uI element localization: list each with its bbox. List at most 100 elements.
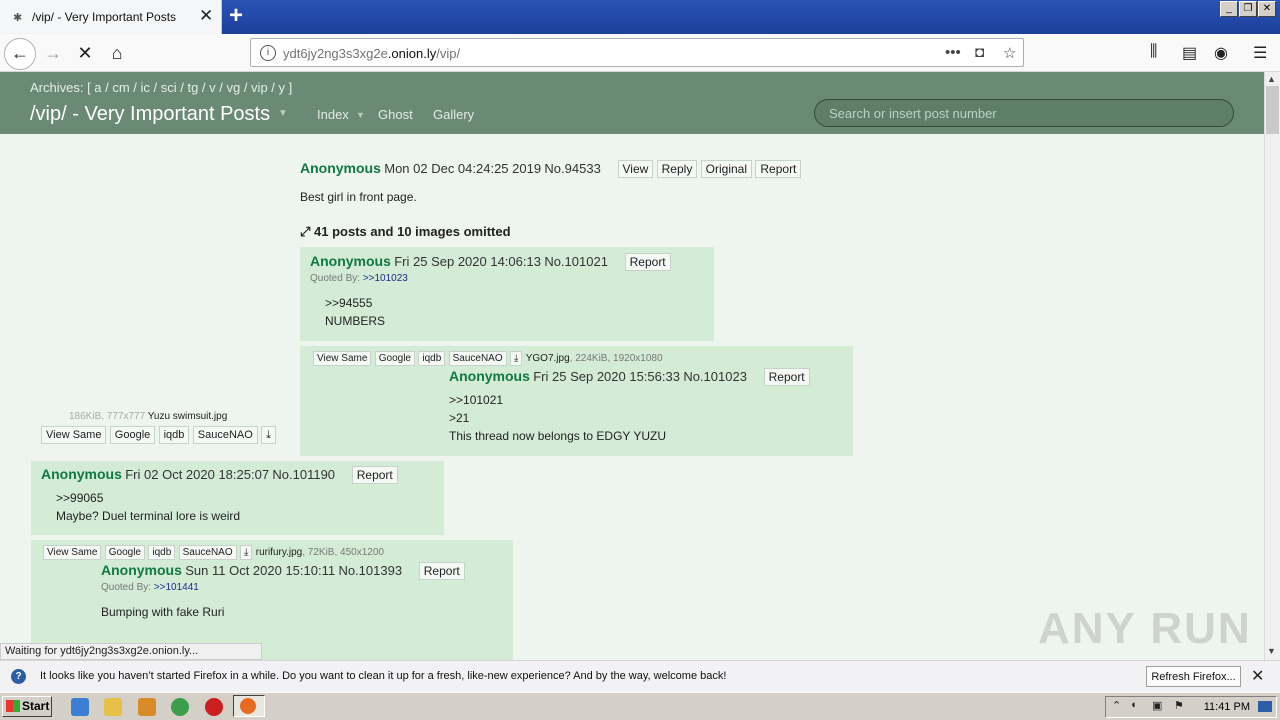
ie-icon[interactable] bbox=[71, 698, 89, 716]
volume-icon[interactable]: ◖ bbox=[1130, 699, 1137, 711]
reply-number[interactable]: No.101190 bbox=[272, 467, 335, 482]
op-download-icon[interactable]: ⤓ bbox=[261, 426, 276, 444]
op-google-button[interactable]: Google bbox=[109, 426, 156, 444]
desktop-icon[interactable] bbox=[1258, 701, 1272, 712]
new-tab-icon[interactable]: + bbox=[229, 2, 243, 30]
archives-links[interactable]: Archives: [ a / cm / ic / sci / tg / v /… bbox=[30, 80, 292, 95]
op-saucenao-button[interactable]: SauceNAO bbox=[192, 426, 258, 444]
scroll-down-icon[interactable]: ▼ bbox=[1267, 646, 1276, 656]
nav-gallery[interactable]: Gallery bbox=[433, 107, 474, 122]
op-file-size: 186KiB, 777x777 bbox=[69, 411, 146, 422]
reply-number[interactable]: No.101021 bbox=[544, 254, 608, 269]
index-caret-icon[interactable]: ▼ bbox=[356, 110, 365, 120]
quote-link[interactable]: >>99065 bbox=[56, 491, 103, 505]
reply-number[interactable]: No.101393 bbox=[338, 563, 402, 578]
op-report-button[interactable]: Report bbox=[755, 160, 802, 178]
tab-title: /vip/ - Very Important Posts bbox=[32, 10, 177, 24]
page-actions-icon[interactable]: ••• bbox=[945, 44, 961, 61]
firefox-taskbar-button[interactable] bbox=[233, 695, 265, 717]
refresh-firefox-button[interactable]: Refresh Firefox... bbox=[1146, 666, 1241, 687]
scrollbar-thumb[interactable] bbox=[1266, 86, 1279, 134]
view-same-button[interactable]: View Same bbox=[43, 545, 102, 560]
reply-header: Anonymous Fri 25 Sep 2020 14:06:13 No.10… bbox=[310, 253, 671, 271]
board-title[interactable]: /vip/ - Very Important Posts bbox=[30, 103, 270, 126]
reply-message: Maybe? Duel terminal lore is weird bbox=[56, 509, 241, 523]
nav-index[interactable]: Index bbox=[317, 107, 349, 122]
scroll-up-icon[interactable]: ▲ bbox=[1267, 74, 1276, 84]
address-bar[interactable]: i ydt6jy2ng3s3xg2e.onion.ly/vip/ ••• ◘ ☆ bbox=[250, 38, 1024, 67]
status-bar: Waiting for ydt6jy2ng3s3xg2e.onion.ly... bbox=[0, 643, 262, 660]
op-view-same-button[interactable]: View Same bbox=[41, 426, 107, 444]
iqdb-button[interactable]: iqdb bbox=[418, 351, 446, 366]
account-icon[interactable]: ◉ bbox=[1214, 43, 1228, 63]
vertical-scrollbar[interactable]: ▲ ▼ bbox=[1264, 72, 1280, 660]
pocket-icon[interactable]: ◘ bbox=[975, 44, 984, 61]
action-center-icon[interactable]: ⚑ bbox=[1174, 699, 1184, 712]
op-view-button[interactable]: View bbox=[617, 160, 654, 178]
iqdb-button[interactable]: iqdb bbox=[148, 545, 176, 560]
report-button[interactable]: Report bbox=[763, 368, 810, 386]
caret-down-icon[interactable]: ▼ bbox=[278, 108, 288, 119]
restore-icon[interactable]: ❐ bbox=[1239, 1, 1257, 17]
stop-loading-icon[interactable]: ✕ bbox=[70, 39, 100, 69]
bookmark-star-icon[interactable]: ☆ bbox=[1003, 44, 1016, 62]
reply-author: Anonymous bbox=[41, 466, 122, 482]
report-button[interactable]: Report bbox=[624, 253, 671, 271]
report-button[interactable]: Report bbox=[418, 562, 465, 580]
op-file-info: 186KiB, 777x777 Yuzu swimsuit.jpg bbox=[69, 411, 227, 422]
site-info-icon[interactable]: i bbox=[260, 45, 276, 61]
quoted-by-link[interactable]: >>101441 bbox=[154, 582, 199, 593]
start-button[interactable]: Start bbox=[2, 696, 52, 717]
quoted-by-link[interactable]: >>101023 bbox=[363, 273, 408, 284]
op-file-name[interactable]: Yuzu swimsuit.jpg bbox=[148, 411, 227, 422]
reply-author: Anonymous bbox=[101, 562, 182, 578]
reply-header: Anonymous Fri 25 Sep 2020 15:56:33 No.10… bbox=[449, 368, 810, 386]
op-number[interactable]: No.94533 bbox=[544, 161, 600, 176]
page-content: Archives: [ a / cm / ic / sci / tg / v /… bbox=[0, 72, 1264, 660]
op-reply-button[interactable]: Reply bbox=[656, 160, 698, 178]
reply-message: Bumping with fake Ruri bbox=[101, 605, 225, 619]
tray-expand-icon[interactable]: ⌃ bbox=[1112, 699, 1121, 712]
forward-arrow-icon[interactable]: → bbox=[38, 39, 68, 69]
report-button[interactable]: Report bbox=[351, 466, 398, 484]
op-original-button[interactable]: Original bbox=[700, 160, 753, 178]
library-icon[interactable]: ⫼ bbox=[1150, 43, 1157, 61]
tab-close-icon[interactable]: ✕ bbox=[199, 6, 213, 26]
nav-ghost[interactable]: Ghost bbox=[378, 107, 413, 122]
search-input[interactable]: Search or insert post number bbox=[814, 99, 1234, 127]
download-icon[interactable]: ⤓ bbox=[239, 545, 253, 560]
window-close-icon[interactable]: ✕ bbox=[1258, 1, 1276, 17]
back-arrow-icon[interactable]: ← bbox=[4, 38, 36, 70]
notification-close-icon[interactable]: ✕ bbox=[1251, 666, 1264, 686]
tab-bar: ✱ /vip/ - Very Important Posts ✕ + _ ❐ ✕ bbox=[0, 0, 1280, 34]
sidebar-icon[interactable]: ▤ bbox=[1182, 43, 1197, 63]
quote-link[interactable]: >>94555 bbox=[325, 296, 372, 310]
browser-tab[interactable]: ✱ /vip/ - Very Important Posts ✕ bbox=[0, 0, 222, 34]
watermark-logo: ANY RUN bbox=[1038, 604, 1252, 653]
folder-icon[interactable] bbox=[104, 698, 122, 716]
reply-number[interactable]: No.101023 bbox=[683, 369, 747, 384]
saucenao-button[interactable]: SauceNAO bbox=[448, 351, 507, 366]
view-same-button[interactable]: View Same bbox=[313, 351, 372, 366]
reply-header: Anonymous Sun 11 Oct 2020 15:10:11 No.10… bbox=[101, 562, 465, 580]
file-name[interactable]: YGO7.jpg bbox=[526, 353, 570, 364]
google-button[interactable]: Google bbox=[374, 351, 415, 366]
media-player-icon[interactable] bbox=[138, 698, 156, 716]
taskbar: Start ⌃ ◖ ▣ ⚑ 11:41 PM bbox=[0, 692, 1280, 720]
download-icon[interactable]: ⤓ bbox=[509, 351, 523, 366]
minimize-icon[interactable]: _ bbox=[1220, 1, 1238, 17]
omitted-notice[interactable]: ⤢ 41 posts and 10 images omitted bbox=[300, 224, 511, 240]
google-button[interactable]: Google bbox=[104, 545, 145, 560]
home-icon[interactable]: ⌂ bbox=[102, 39, 132, 69]
network-icon[interactable]: ▣ bbox=[1152, 699, 1162, 712]
url-text: ydt6jy2ng3s3xg2e.onion.ly/vip/ bbox=[283, 46, 461, 61]
file-name[interactable]: rurifury.jpg bbox=[256, 547, 303, 558]
quote-link[interactable]: >>101021 bbox=[449, 393, 503, 407]
reply-date: Fri 25 Sep 2020 14:06:13 bbox=[394, 254, 541, 269]
opera-icon[interactable] bbox=[205, 698, 223, 716]
op-iqdb-button[interactable]: iqdb bbox=[158, 426, 190, 444]
expand-icon[interactable]: ⤢ bbox=[300, 224, 310, 239]
saucenao-button[interactable]: SauceNAO bbox=[178, 545, 237, 560]
chrome-icon[interactable] bbox=[171, 698, 189, 716]
menu-icon[interactable]: ☰ bbox=[1253, 43, 1267, 63]
